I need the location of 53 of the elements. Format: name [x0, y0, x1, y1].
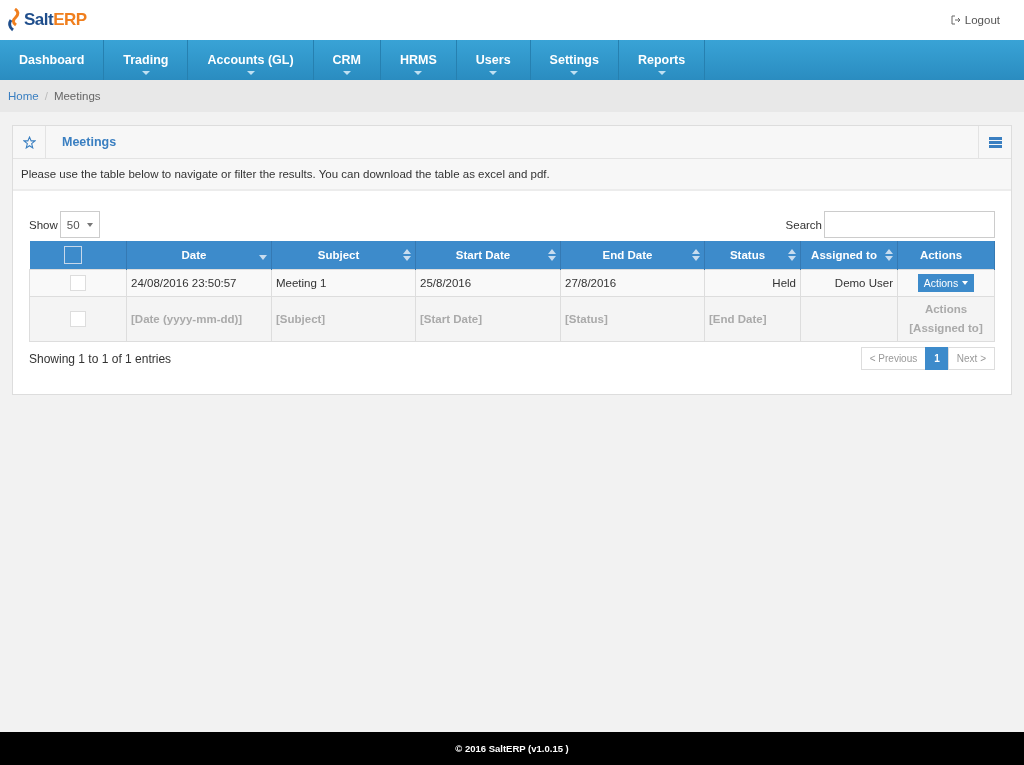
logo-text: SaltERP [24, 10, 87, 30]
logo-icon [8, 8, 22, 32]
caret-icon [962, 281, 969, 285]
table-cell: Meeting 1 [271, 269, 416, 297]
caret-icon [570, 71, 579, 75]
pagination-button[interactable]: < Previous [860, 347, 927, 370]
entries-info: Showing 1 to 1 of 1 entries [29, 351, 172, 366]
table-cell: 24/08/2016 23:50:57 [126, 269, 272, 297]
breadcrumb-separator: / [44, 90, 48, 102]
column-filter[interactable]: [Assigned to] [902, 319, 990, 338]
filter-checkbox[interactable] [70, 311, 86, 327]
column-header[interactable]: Start Date [415, 241, 561, 270]
column-header[interactable]: Date [126, 241, 272, 270]
column-header[interactable]: Subject [271, 241, 416, 270]
caret-icon [489, 71, 498, 75]
table-cell: 27/8/2016 [560, 269, 705, 297]
actions-dropdown-button[interactable]: Actions [917, 274, 975, 292]
column-header[interactable]: Status [704, 241, 801, 270]
table-cell: Demo User [800, 269, 898, 297]
row-checkbox[interactable] [70, 275, 86, 291]
caret-icon [342, 71, 351, 75]
column-filter[interactable]: Actions [902, 300, 990, 319]
panel-title: Meetings [62, 135, 117, 149]
star-icon[interactable] [22, 135, 36, 149]
logout-icon [950, 15, 961, 25]
sort-icon [788, 249, 796, 261]
list-icon[interactable] [988, 136, 1002, 148]
pagination-button[interactable]: 1 [925, 347, 949, 370]
panel-description: Please use the table below to navigate or filter the results. You can download the table as excel and pdf. [21, 168, 550, 180]
show-label: Show [29, 218, 58, 231]
caret-icon [86, 222, 93, 227]
column-header[interactable]: Assigned to [800, 241, 898, 270]
logout-link[interactable]: Logout [950, 14, 1000, 26]
table-cell: 25/8/2016 [415, 269, 561, 297]
footer-copyright: © 2016 SaltERP (v1.0.15 ) [455, 743, 569, 754]
caret-icon [657, 71, 666, 75]
table-cell: Held [704, 269, 801, 297]
search-label: Search [785, 218, 822, 231]
column-header[interactable]: End Date [560, 241, 705, 270]
caret-icon [141, 71, 150, 75]
breadcrumb-link[interactable]: Home [8, 90, 39, 102]
breadcrumb-current: Meetings [53, 90, 101, 102]
sort-icon [692, 249, 700, 261]
search-field[interactable] [824, 211, 995, 238]
sort-icon [885, 249, 893, 261]
sort-icon [403, 249, 411, 261]
caret-icon [246, 71, 255, 75]
sort-icon [548, 249, 556, 261]
column-header[interactable]: Actions [897, 241, 995, 270]
page-size-select[interactable]: 50 [59, 211, 100, 238]
pagination-button[interactable]: Next > [947, 347, 995, 370]
caret-icon [414, 71, 423, 75]
select-all-checkbox[interactable] [63, 246, 82, 264]
